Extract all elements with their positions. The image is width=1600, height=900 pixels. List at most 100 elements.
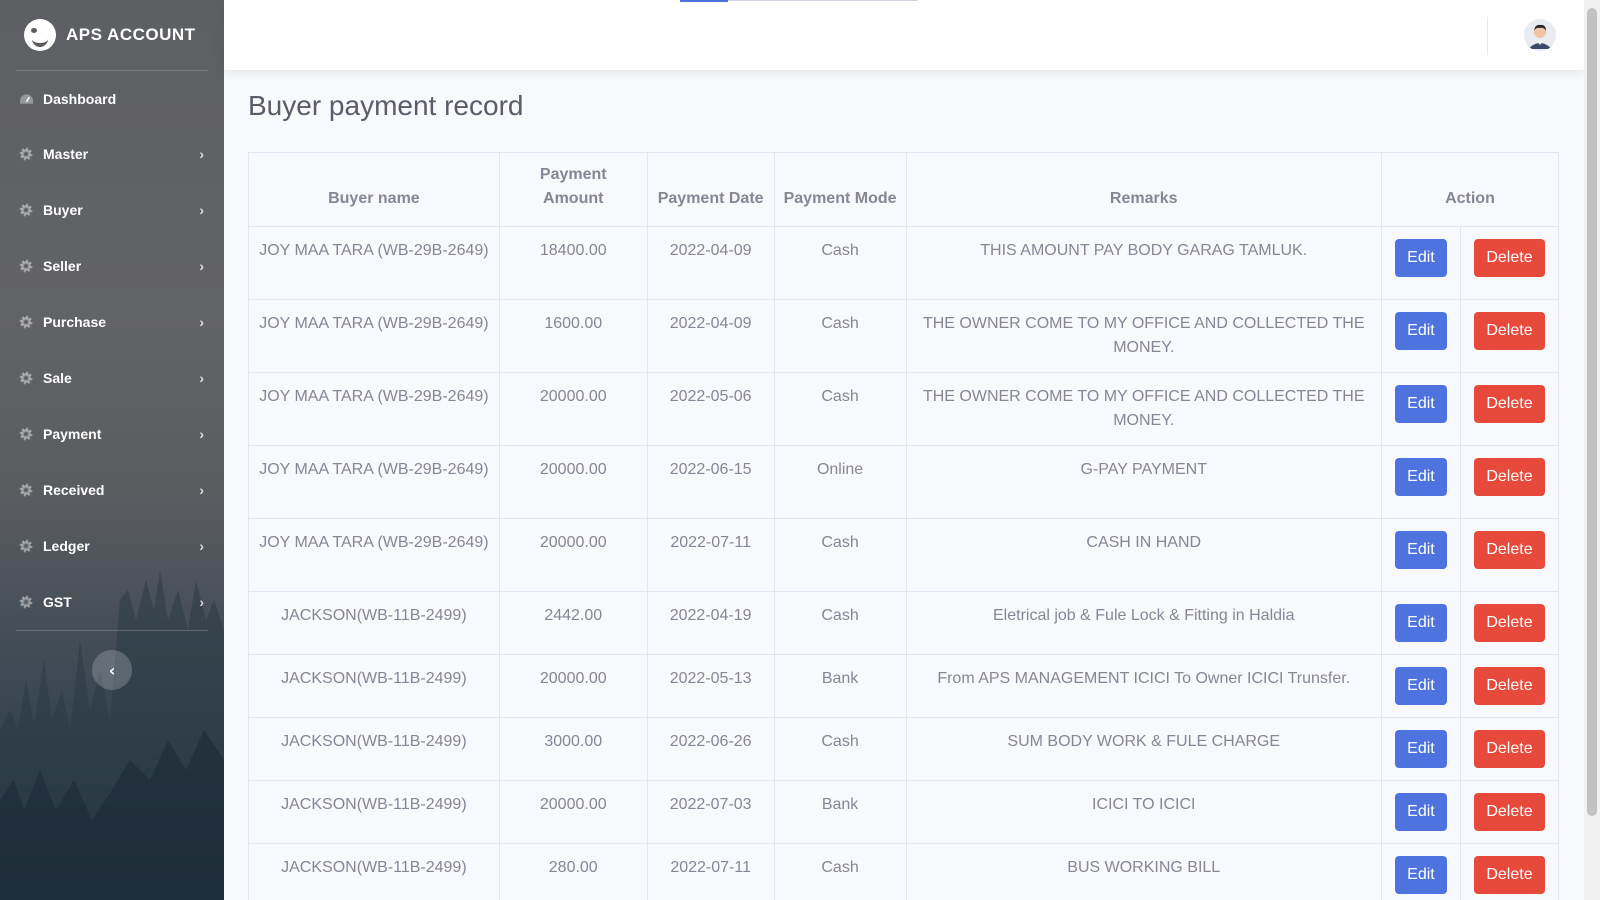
delete-button[interactable]: Delete: [1474, 458, 1545, 496]
chevron-right-icon: ›: [199, 314, 204, 330]
table-row: JOY MAA TARA (WB-29B-2649) 20000.00 2022…: [248, 445, 1560, 519]
cell-delete: Delete: [1459, 780, 1560, 844]
edit-button[interactable]: Edit: [1395, 239, 1447, 277]
chevron-right-icon: ›: [199, 146, 204, 162]
cell-remarks: THE OWNER COME TO MY OFFICE AND COLLECTE…: [905, 372, 1382, 446]
edit-button[interactable]: Edit: [1395, 730, 1447, 768]
delete-button[interactable]: Delete: [1474, 312, 1545, 350]
cell-buyer-name: JOY MAA TARA (WB-29B-2649): [248, 226, 500, 300]
column-header-buyer-name[interactable]: Buyer name: [248, 152, 500, 227]
cell-payment-amount: 3000.00: [498, 717, 648, 781]
chevron-right-icon: ›: [199, 594, 204, 610]
edit-button[interactable]: Edit: [1395, 856, 1447, 894]
payment-table-container: Buyer name Payment Amount Payment Date P…: [248, 152, 1560, 900]
table-row: JACKSON(WB-11B-2499) 20000.00 2022-07-03…: [248, 780, 1560, 844]
sidebar-item-buyer[interactable]: Buyer ›: [0, 182, 224, 238]
column-header-remarks[interactable]: Remarks: [905, 152, 1382, 227]
sidebar-item-sale[interactable]: Sale ›: [0, 350, 224, 406]
edit-button[interactable]: Edit: [1395, 793, 1447, 831]
delete-button[interactable]: Delete: [1474, 604, 1545, 642]
gear-icon: [18, 146, 34, 162]
table-row: JACKSON(WB-11B-2499) 280.00 2022-07-11 C…: [248, 843, 1560, 900]
cell-buyer-name: JOY MAA TARA (WB-29B-2649): [248, 372, 500, 446]
cell-edit: Edit: [1380, 654, 1461, 718]
delete-button[interactable]: Delete: [1474, 385, 1545, 423]
sidebar-toggle-button[interactable]: ‹: [92, 650, 132, 690]
delete-button[interactable]: Delete: [1474, 856, 1545, 894]
sidebar-item-master[interactable]: Master ›: [0, 126, 224, 182]
sidebar: APS ACCOUNT Dashboard Master › Buyer › S…: [0, 0, 224, 900]
sidebar-item-label: Buyer: [43, 202, 83, 218]
sidebar-item-label: Ledger: [43, 538, 90, 554]
delete-button[interactable]: Delete: [1474, 239, 1545, 277]
cell-payment-date: 2022-04-09: [646, 226, 775, 300]
cell-payment-amount: 20000.00: [498, 654, 648, 718]
sidebar-item-payment[interactable]: Payment ›: [0, 406, 224, 462]
page-scrollbar-thumb[interactable]: [1587, 8, 1597, 816]
edit-button[interactable]: Edit: [1395, 667, 1447, 705]
topbar-divider-line: [728, 0, 918, 1]
cell-buyer-name: JACKSON(WB-11B-2499): [248, 843, 500, 900]
cell-payment-mode: Online: [773, 445, 907, 519]
cell-payment-amount: 20000.00: [498, 518, 648, 592]
edit-button[interactable]: Edit: [1395, 604, 1447, 642]
cell-payment-amount: 20000.00: [498, 372, 648, 446]
cell-delete: Delete: [1459, 843, 1560, 900]
gear-icon: [18, 202, 34, 218]
cell-edit: Edit: [1380, 299, 1461, 373]
gear-icon: [18, 370, 34, 386]
column-header-action: Action: [1380, 152, 1560, 227]
edit-button[interactable]: Edit: [1395, 312, 1447, 350]
sidebar-item-purchase[interactable]: Purchase ›: [0, 294, 224, 350]
sidebar-nav: Dashboard Master › Buyer › Seller › Purc…: [0, 71, 224, 630]
brand[interactable]: APS ACCOUNT: [0, 0, 224, 70]
delete-button[interactable]: Delete: [1474, 667, 1545, 705]
table-row: JACKSON(WB-11B-2499) 2442.00 2022-04-19 …: [248, 591, 1560, 655]
cell-payment-mode: Cash: [773, 226, 907, 300]
sidebar-item-gst[interactable]: GST ›: [0, 574, 224, 630]
table-header-row: Buyer name Payment Amount Payment Date P…: [248, 152, 1560, 227]
column-header-payment-amount[interactable]: Payment Amount: [498, 152, 648, 227]
gear-icon: [18, 482, 34, 498]
cell-remarks: ICICI TO ICICI: [905, 780, 1382, 844]
cell-payment-amount: 18400.00: [498, 226, 648, 300]
cell-payment-date: 2022-07-11: [646, 518, 775, 592]
cell-payment-mode: Cash: [773, 518, 907, 592]
cell-payment-date: 2022-04-19: [646, 591, 775, 655]
smiley-logo-icon: [24, 19, 56, 51]
cell-payment-amount: 2442.00: [498, 591, 648, 655]
dashboard-gauge-icon: [18, 91, 34, 107]
column-header-payment-date[interactable]: Payment Date: [646, 152, 775, 227]
sidebar-item-ledger[interactable]: Ledger ›: [0, 518, 224, 574]
edit-button[interactable]: Edit: [1395, 385, 1447, 423]
cell-edit: Edit: [1380, 843, 1461, 900]
cell-payment-date: 2022-06-15: [646, 445, 775, 519]
column-header-payment-mode[interactable]: Payment Mode: [773, 152, 907, 227]
delete-button[interactable]: Delete: [1474, 531, 1545, 569]
chevron-left-icon: ‹: [108, 660, 116, 680]
chevron-right-icon: ›: [199, 482, 204, 498]
sidebar-divider: [16, 630, 208, 631]
cell-payment-mode: Cash: [773, 843, 907, 900]
topbar-active-indicator: [680, 0, 728, 2]
cell-delete: Delete: [1459, 372, 1560, 446]
cell-buyer-name: JACKSON(WB-11B-2499): [248, 780, 500, 844]
sidebar-item-received[interactable]: Received ›: [0, 462, 224, 518]
sidebar-item-dashboard[interactable]: Dashboard: [0, 71, 224, 126]
cell-buyer-name: JOY MAA TARA (WB-29B-2649): [248, 445, 500, 519]
user-avatar-icon[interactable]: [1524, 19, 1556, 51]
cell-payment-mode: Cash: [773, 717, 907, 781]
sidebar-item-label: Master: [43, 146, 89, 162]
cell-remarks: SUM BODY WORK & FULE CHARGE: [905, 717, 1382, 781]
chevron-right-icon: ›: [199, 370, 204, 386]
sidebar-item-seller[interactable]: Seller ›: [0, 238, 224, 294]
cell-payment-amount: 20000.00: [498, 780, 648, 844]
buyer-payment-table: Buyer name Payment Amount Payment Date P…: [248, 152, 1560, 900]
edit-button[interactable]: Edit: [1395, 458, 1447, 496]
edit-button[interactable]: Edit: [1395, 531, 1447, 569]
sidebar-item-label: Purchase: [43, 314, 107, 330]
cell-buyer-name: JOY MAA TARA (WB-29B-2649): [248, 518, 500, 592]
cell-edit: Edit: [1380, 591, 1461, 655]
delete-button[interactable]: Delete: [1474, 793, 1545, 831]
delete-button[interactable]: Delete: [1474, 730, 1545, 768]
